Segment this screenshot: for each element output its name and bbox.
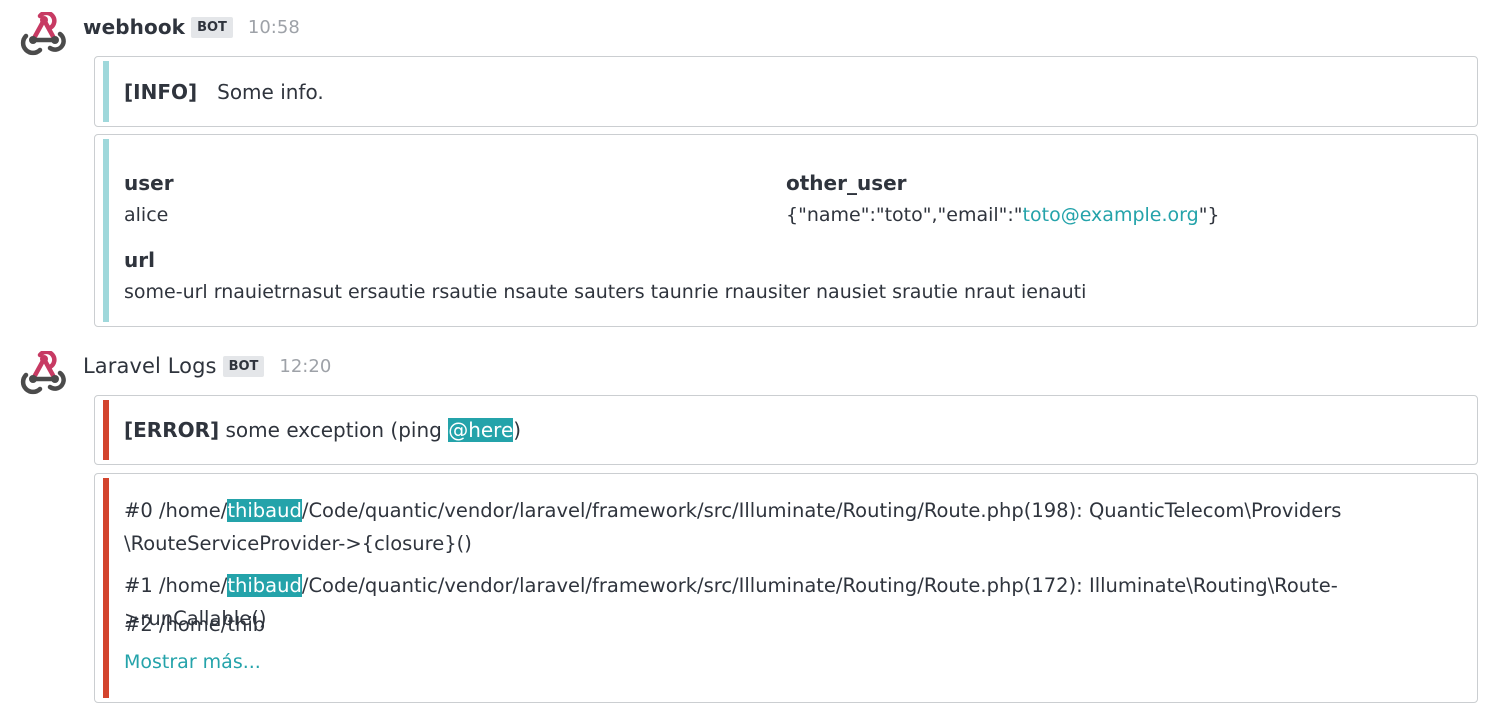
trace-text: #0 /home/ [124,499,228,522]
show-more-link[interactable]: Mostrar más... [124,651,261,673]
username-highlight: thibaud [227,499,302,522]
field-title-other-user: other_user [786,171,907,195]
attachment-color-bar [103,61,109,122]
log-text-close: ) [513,418,522,442]
field-value-other-user: {"name":"toto","email":"toto@example.org… [786,204,1220,226]
field-value-user: alice [124,204,169,226]
message-header: webhook BOT 10:58 [83,13,300,41]
bot-badge: BOT [222,355,265,377]
trace-line-1: #1 /home/thibaud/Code/quantic/vendor/lar… [124,569,1467,635]
log-level: [ERROR] [124,418,220,442]
email-link[interactable]: toto@example.org [1023,204,1199,226]
attachment-color-bar [103,400,109,460]
timestamp[interactable]: 12:20 [279,356,331,377]
fields-attachment: user alice other_user {"name":"toto","em… [94,134,1478,327]
json-prefix: {"name":"toto","email":" [786,204,1023,226]
attachment-color-bar [103,478,109,698]
field-title-user: user [124,171,174,195]
log-text: Some info. [217,80,324,104]
log-level: [INFO] [124,80,198,104]
trace-text: #1 /home/ [124,574,228,597]
trace-text: \RouteServiceProvider->{closure}() [124,532,472,555]
author-name[interactable]: Laravel Logs [83,354,217,378]
json-suffix: "} [1198,204,1220,226]
trace-text: /Code/quantic/vendor/laravel/framework/s… [301,499,1342,522]
username-highlight: thibaud [227,574,302,597]
message-laravel-logs: Laravel Logs BOT 12:20 [ERROR] some exce… [0,340,1509,714]
info-attachment: [INFO] Some info. [94,56,1478,127]
mention-here[interactable]: @here [448,418,514,442]
attachment-color-bar [103,139,109,322]
trace-line-0: #0 /home/thibaud/Code/quantic/vendor/lar… [124,494,1467,560]
webhook-icon[interactable] [20,351,68,397]
bot-badge: BOT [191,16,233,38]
message-header: Laravel Logs BOT 12:20 [83,352,331,380]
message-webhook: webhook BOT 10:58 [INFO] Some info. user … [0,0,1509,330]
field-value-url: some-url rnauietrnasut ersautie rsautie … [124,281,1087,303]
timestamp[interactable]: 10:58 [248,17,300,38]
field-title-url: url [124,248,155,272]
stacktrace-attachment: #0 /home/thibaud/Code/quantic/vendor/lar… [94,473,1478,703]
trace-text: /Code/quantic/vendor/laravel/framework/s… [124,574,1338,630]
error-attachment: [ERROR] some exception (ping @here) [94,395,1478,465]
trace-line-2: #2 /home/thib [124,613,266,636]
author-name[interactable]: webhook [83,15,185,39]
log-text: some exception (ping [225,418,449,442]
webhook-icon[interactable] [20,12,68,58]
